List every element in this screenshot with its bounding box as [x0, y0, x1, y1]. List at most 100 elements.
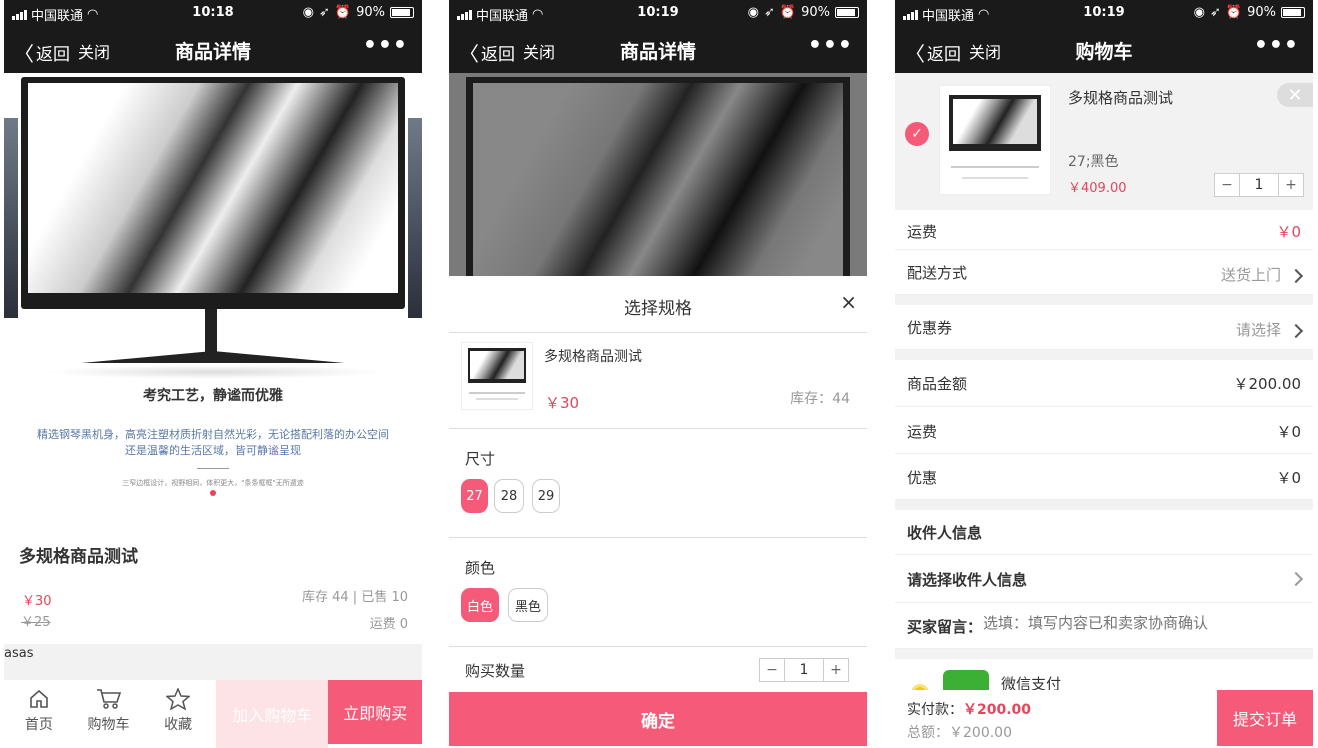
tab-favorite[interactable]: 收藏 — [143, 680, 213, 748]
alarm-icon: ⏰ — [1225, 5, 1243, 20]
item-spec: 27;黑色 — [1068, 154, 1119, 170]
receiver-select-label: 请选择收件人信息 — [907, 571, 1028, 589]
quantity-value[interactable]: 1 — [1239, 174, 1279, 196]
monitor-stand — [205, 309, 217, 353]
paid-label: 实付款： — [907, 702, 963, 718]
product-thumbnail — [461, 342, 533, 410]
monitor-image — [466, 77, 850, 276]
minus-button[interactable]: − — [760, 659, 784, 681]
lock-icon: ◉ — [302, 5, 314, 20]
hero-text-line2: 还是温馨的生活区域，皆可静谧呈现 — [125, 444, 301, 457]
freight-value: ￥0 — [1276, 423, 1301, 441]
more-icon[interactable]: ••• — [808, 33, 853, 58]
background-right — [408, 118, 422, 318]
total-value: ￥200.00 — [949, 725, 1012, 741]
battery-percent: 90% — [1247, 5, 1276, 20]
alarm-icon: ⏰ — [334, 5, 352, 20]
submit-order-button[interactable]: 提交订单 — [1217, 690, 1313, 746]
product-old-price: ￥25 — [21, 615, 51, 630]
product-detail-screen: 中国联通 ◠ 10:18 ◉ ➶ ⏰ 90% 〈返回 关闭 商品详情 ••• 考究工艺，… — [4, 0, 422, 748]
chevron-right-icon — [1288, 323, 1304, 338]
tab-home[interactable]: 首页 — [4, 680, 74, 748]
page-title: 商品详情 — [619, 41, 696, 63]
plus-button[interactable]: + — [824, 659, 848, 681]
coupon-value: 请选择 — [1235, 319, 1304, 340]
freight-label: 运费 — [907, 423, 938, 441]
quantity-stepper[interactable]: − 1 + — [1214, 173, 1304, 197]
add-to-cart-button[interactable]: 加入购物车 — [216, 680, 329, 748]
shipping-value: ￥0 — [1276, 223, 1301, 241]
lock-icon: ◉ — [747, 5, 759, 20]
discount-label: 优惠 — [907, 469, 938, 487]
section-gap — [895, 350, 1313, 360]
product-price: ￥30 — [545, 394, 580, 412]
color-option-black[interactable]: 黑色 — [508, 588, 548, 622]
product-name: 多规格商品测试 — [19, 547, 138, 567]
buy-now-button[interactable]: 立即购买 — [328, 680, 422, 744]
note-label: 买家留言： — [907, 618, 983, 636]
more-icon[interactable]: ••• — [363, 33, 408, 58]
battery-icon — [390, 7, 414, 18]
amount-row: 商品金额 ￥200.00 — [895, 360, 1313, 407]
color-option-white[interactable]: 白色 — [461, 588, 499, 622]
monitor-base — [81, 351, 345, 363]
background-left — [4, 118, 18, 318]
select-receiver-row[interactable]: 请选择收件人信息 — [895, 555, 1313, 603]
plus-button[interactable]: + — [1279, 174, 1303, 196]
quantity-value[interactable]: 1 — [784, 659, 824, 681]
chevron-right-icon — [1288, 571, 1304, 586]
battery-icon — [835, 7, 859, 18]
monitor-shadow — [44, 365, 384, 379]
confirm-button[interactable]: 确定 — [449, 692, 867, 746]
coupon-row[interactable]: 优惠券 请选择 — [895, 305, 1313, 350]
tab-cart[interactable]: 购物车 — [74, 680, 144, 748]
checkbox-checked-icon[interactable]: ✓ — [905, 122, 929, 146]
size-label: 尺寸 — [465, 450, 496, 468]
stock: 库存：44 — [790, 391, 850, 407]
tab-home-label: 首页 — [24, 717, 53, 733]
minus-button[interactable]: − — [1215, 174, 1239, 196]
size-option-29[interactable]: 29 — [532, 479, 560, 513]
more-icon[interactable]: ••• — [1254, 33, 1299, 58]
hero-small-text: 三窄边框设计，视野相同，体积更大，"条条框框"无所遁迹 — [122, 479, 304, 487]
carousel-indicator — [210, 490, 216, 496]
total-amount: 总额：￥200.00 — [907, 722, 1012, 742]
coupon-label: 优惠券 — [907, 319, 953, 337]
page-title: 商品详情 — [174, 41, 251, 63]
monitor-image — [21, 77, 405, 309]
product-name: 多规格商品测试 — [544, 349, 642, 365]
delivery-method-row[interactable]: 配送方式 送货上门 — [895, 250, 1313, 295]
item-name: 多规格商品测试 — [1068, 89, 1174, 107]
product-price: ￥30 — [22, 594, 52, 609]
item-price: ￥409.00 — [1068, 181, 1127, 196]
paid-amount: 实付款：￥200.00 — [907, 699, 1031, 719]
receiver-chevron — [1281, 569, 1304, 587]
page-title: 购物车 — [1075, 41, 1133, 63]
amount-label: 商品金额 — [907, 375, 968, 393]
nav-bar: 〈返回 关闭 购物车 ••• — [895, 27, 1313, 73]
size-option-28[interactable]: 28 — [494, 479, 524, 513]
cart-screen: 中国联通 ◠ 10:19 ◉ ➶ ⏰ 90% 〈返回 关闭 购物车 ••• ✓ 多规格商… — [895, 0, 1313, 748]
status-bar: 中国联通 ◠ 10:19 ◉ ➶ ⏰ 90% — [449, 0, 867, 27]
delete-icon[interactable]: ✕ — [1277, 83, 1313, 107]
discount-row: 优惠 ￥0 — [895, 454, 1313, 500]
hero-text: 精选钢琴黑机身，高亮注塑材质折射自然光彩，无论搭配利落的办公空间 还是温馨的生活区… — [4, 427, 422, 459]
coupon-value-text: 请选择 — [1235, 321, 1281, 339]
stock-sold: 库存 44 | 已售 10 — [302, 590, 408, 605]
note-input[interactable] — [983, 614, 1283, 632]
sheet-title: 选择规格 — [624, 299, 692, 319]
divider — [197, 468, 229, 469]
star-icon — [166, 688, 191, 710]
close-icon[interactable]: × — [840, 290, 857, 314]
freight-row: 运费 ￥0 — [895, 407, 1313, 454]
status-bar: 中国联通 ◠ 10:18 ◉ ➶ ⏰ 90% — [4, 0, 422, 27]
color-label: 颜色 — [465, 559, 496, 577]
home-icon — [30, 689, 48, 708]
quantity-stepper[interactable]: − 1 + — [759, 658, 849, 682]
overlay-dimmed-image[interactable] — [449, 73, 867, 276]
size-option-27[interactable]: 27 — [461, 479, 488, 513]
checkout-bar: 实付款：￥200.00 总额：￥200.00 提交订单 — [895, 690, 1313, 748]
battery-icon — [1281, 7, 1305, 18]
product-image-carousel[interactable]: 考究工艺，静谧而优雅 精选钢琴黑机身，高亮注塑材质折射自然光彩，无论搭配利落的办… — [4, 73, 422, 513]
cart-icon — [96, 689, 121, 709]
